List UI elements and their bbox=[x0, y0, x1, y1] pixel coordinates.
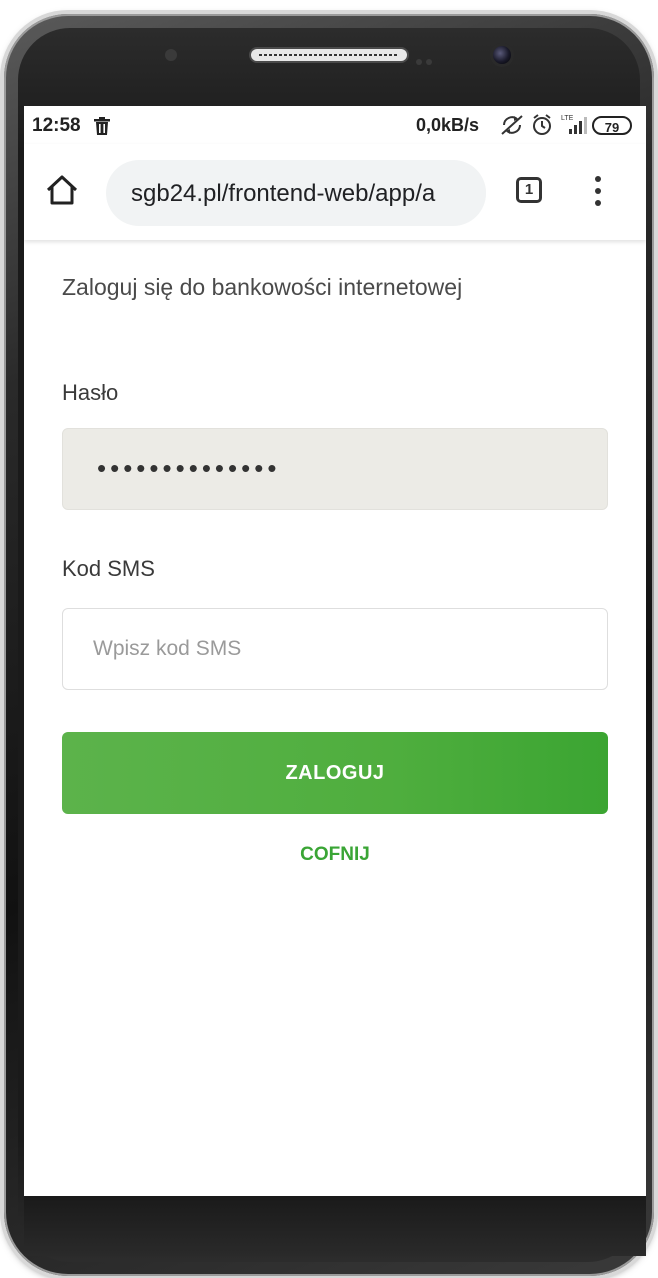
password-field[interactable]: •••••••••••••• bbox=[62, 428, 608, 510]
signal-icon: LTE bbox=[561, 115, 587, 134]
home-icon[interactable] bbox=[44, 172, 80, 208]
bottom-bezel bbox=[24, 1196, 646, 1256]
more-menu-icon[interactable] bbox=[588, 176, 608, 208]
alarm-icon bbox=[533, 114, 551, 135]
address-bar[interactable]: sgb24.pl/frontend-web/app/a bbox=[106, 160, 486, 226]
trash-icon bbox=[94, 117, 110, 135]
front-camera bbox=[493, 46, 511, 64]
lte-label: LTE bbox=[561, 115, 574, 122]
speaker-dots bbox=[416, 52, 442, 65]
proximity-sensor bbox=[165, 49, 177, 61]
url-fade bbox=[446, 160, 486, 226]
password-mask: •••••••••••••• bbox=[97, 453, 281, 483]
status-time: 12:58 bbox=[32, 115, 81, 136]
password-label: Hasło bbox=[62, 380, 119, 405]
browser-toolbar: sgb24.pl/frontend-web/app/a 1 bbox=[24, 144, 646, 240]
phone-screen: 12:58 0,0kB/s LTE 79 sgb24.pl/frontend-w… bbox=[24, 106, 646, 1196]
earpiece-speaker bbox=[251, 49, 407, 61]
sync-off-icon bbox=[501, 115, 523, 135]
login-button[interactable]: ZALOGUJ bbox=[62, 732, 608, 814]
status-icons: LTE bbox=[501, 114, 587, 135]
login-intro: Zaloguj się do bankowości internetowej bbox=[62, 274, 463, 300]
tab-switcher-button[interactable]: 1 bbox=[516, 177, 542, 203]
sms-code-field[interactable]: Wpisz kod SMS bbox=[62, 608, 608, 690]
url-text[interactable]: sgb24.pl/frontend-web/app/a bbox=[131, 180, 435, 208]
battery-indicator: 79 bbox=[592, 116, 632, 135]
sms-code-label: Kod SMS bbox=[62, 556, 155, 581]
status-bar: 12:58 0,0kB/s LTE 79 bbox=[24, 106, 646, 144]
back-link[interactable]: COFNIJ bbox=[62, 844, 608, 866]
network-speed: 0,0kB/s bbox=[416, 115, 480, 135]
sms-code-placeholder: Wpisz kod SMS bbox=[93, 637, 242, 660]
